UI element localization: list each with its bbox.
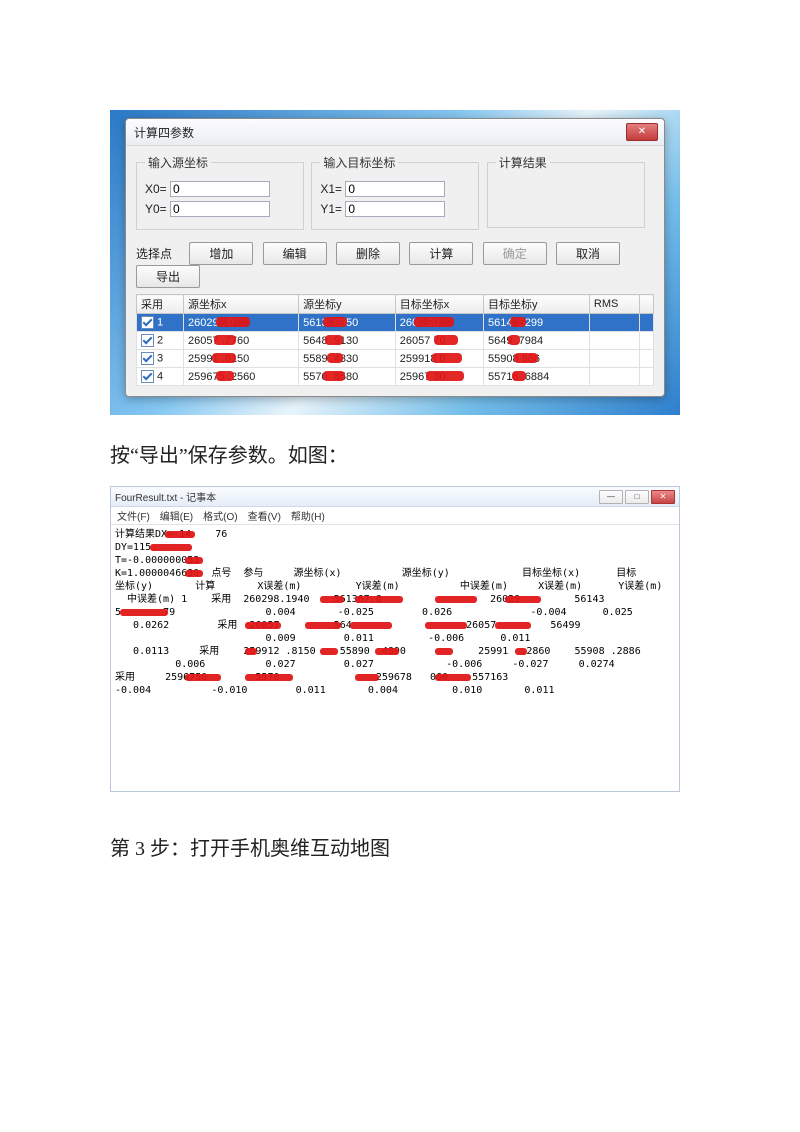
table-cell: 5648 .9130: [299, 332, 396, 350]
x1-input[interactable]: [345, 181, 445, 197]
prose-export: 按“导出”保存参数。如图：: [110, 439, 690, 468]
group-target: 输入目标坐标 X1= Y1=: [311, 154, 479, 230]
table-row[interactable]: 126029 . 05613 .6950260 . 205614 .5299: [137, 314, 654, 332]
table-cell: 55908 886: [484, 350, 590, 368]
checkbox-icon[interactable]: [141, 316, 154, 329]
notepad-menubar[interactable]: 文件(F) 编辑(E) 格式(O) 查看(V) 帮助(H): [111, 507, 679, 525]
prose-step3: 第 3 步：打开手机奥维互动地图: [110, 832, 690, 861]
notepad-title: FourResult.txt - 记事本: [115, 489, 216, 504]
table-cell: 25967 30: [395, 368, 483, 386]
group-result-label: 计算结果: [496, 154, 550, 171]
menu-item[interactable]: 查看(V): [248, 512, 281, 523]
select-point-label: 选择点: [136, 245, 186, 262]
delete-button[interactable]: 删除: [336, 242, 400, 265]
group-source-label: 输入源坐标: [145, 154, 211, 171]
table-cell: 259675 .2560: [184, 368, 299, 386]
export-button[interactable]: 导出: [136, 265, 200, 288]
group-result: 计算结果: [487, 154, 645, 228]
calc-four-params-dialog: 计算四参数 ✕ 输入源坐标 X0= Y0= 输入目标坐标: [125, 118, 665, 397]
table-header[interactable]: 源坐标x: [184, 295, 299, 314]
table-cell: 26057 .7760: [184, 332, 299, 350]
table-cell: 5614 .5299: [484, 314, 590, 332]
menu-item[interactable]: 帮助(H): [291, 512, 325, 523]
x1-label: X1=: [320, 182, 342, 196]
y0-input[interactable]: [170, 201, 270, 217]
y0-label: Y0=: [145, 202, 167, 216]
menu-item[interactable]: 编辑(E): [160, 512, 193, 523]
maximize-icon[interactable]: □: [625, 490, 649, 504]
checkbox-icon[interactable]: [141, 370, 154, 383]
table-cell: 25991 .8150: [184, 350, 299, 368]
table-header[interactable]: 采用: [137, 295, 184, 314]
table-header[interactable]: 目标坐标x: [395, 295, 483, 314]
cancel-button[interactable]: 取消: [556, 242, 620, 265]
table-row[interactable]: 325991 .81505589 .4330259918 055908 886: [137, 350, 654, 368]
x0-input[interactable]: [170, 181, 270, 197]
close-icon[interactable]: ✕: [651, 490, 675, 504]
notepad-body[interactable]: 计算结果DX=-14 76DY=115. T=-0.000000053 K=1.…: [111, 525, 679, 791]
toolbar: 选择点 增加 编辑 删除 计算 确定 取消 导出: [136, 238, 654, 294]
screenshot-notepad: FourResult.txt - 记事本 — □ ✕ 文件(F) 编辑(E) 格式(…: [110, 486, 680, 792]
y1-label: Y1=: [320, 202, 342, 216]
dialog-title: 计算四参数: [134, 124, 194, 141]
table-header[interactable]: [640, 295, 654, 314]
screenshot-dialog: 计算四参数 ✕ 输入源坐标 X0= Y0= 输入目标坐标: [110, 110, 680, 415]
table-cell: 5570 .8580: [299, 368, 396, 386]
ok-button[interactable]: 确定: [483, 242, 547, 265]
table-cell: 5649 .7984: [484, 332, 590, 350]
table-row[interactable]: 226057 .77605648 .913026057 705649 .7984: [137, 332, 654, 350]
menu-item[interactable]: 文件(F): [117, 512, 150, 523]
table-header[interactable]: 目标坐标y: [484, 295, 590, 314]
y1-input[interactable]: [345, 201, 445, 217]
table-cell: 5589 .4330: [299, 350, 396, 368]
calc-button[interactable]: 计算: [409, 242, 473, 265]
table-header[interactable]: RMS: [589, 295, 639, 314]
table-header[interactable]: 源坐标y: [299, 295, 396, 314]
group-target-label: 输入目标坐标: [320, 154, 398, 171]
checkbox-icon[interactable]: [141, 352, 154, 365]
checkbox-icon[interactable]: [141, 334, 154, 347]
table-cell: 260 . 20: [395, 314, 483, 332]
close-icon[interactable]: ✕: [626, 123, 658, 141]
dialog-titlebar: 计算四参数 ✕: [126, 119, 664, 146]
group-source: 输入源坐标 X0= Y0=: [136, 154, 304, 230]
menu-item[interactable]: 格式(O): [203, 512, 237, 523]
table-cell: 5613 .6950: [299, 314, 396, 332]
table-cell: 55716 .6884: [484, 368, 590, 386]
coords-table[interactable]: 采用源坐标x源坐标y目标坐标x目标坐标yRMS 126029 . 05613 .…: [136, 294, 654, 386]
table-row[interactable]: 4259675 .25605570 .858025967 3055716 .68…: [137, 368, 654, 386]
minimize-icon[interactable]: —: [599, 490, 623, 504]
table-cell: 26057 70: [395, 332, 483, 350]
add-button[interactable]: 增加: [189, 242, 253, 265]
notepad-titlebar: FourResult.txt - 记事本 — □ ✕: [111, 487, 679, 507]
table-cell: 26029 . 0: [184, 314, 299, 332]
x0-label: X0=: [145, 182, 167, 196]
table-cell: 259918 0: [395, 350, 483, 368]
edit-button[interactable]: 编辑: [263, 242, 327, 265]
